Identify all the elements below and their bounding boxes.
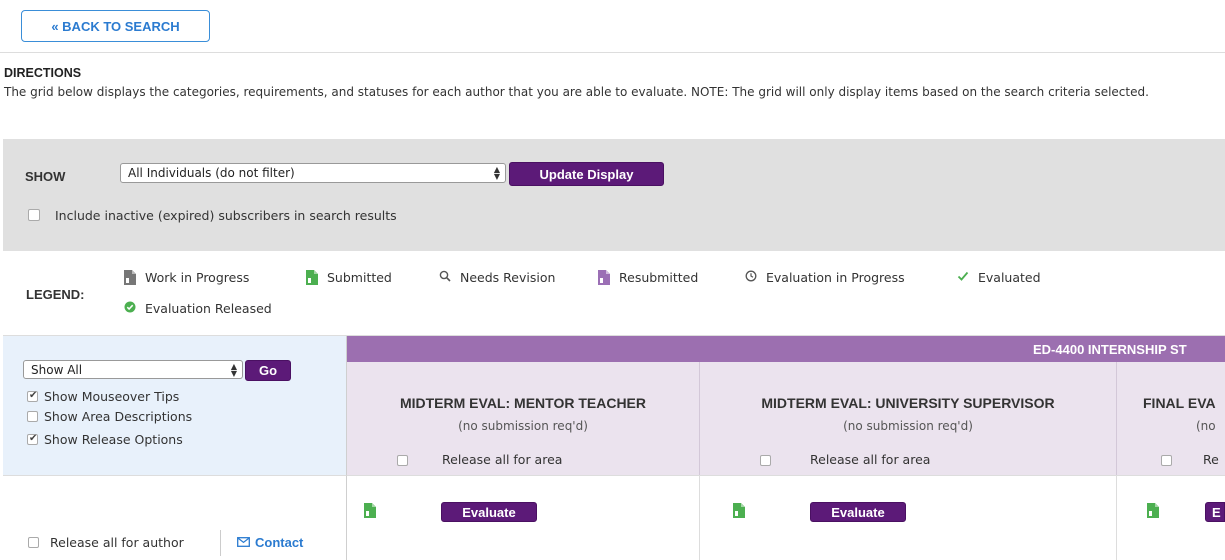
eval-cell-final-eval: E xyxy=(1117,475,1225,560)
eval-cell-midterm-mentor: Evaluate xyxy=(347,475,700,560)
show-area-descriptions-checkbox[interactable] xyxy=(27,411,38,422)
release-all-area-label: Re xyxy=(1203,452,1219,467)
column-title: MIDTERM EVAL: UNIVERSITY SUPERVISOR xyxy=(761,395,1055,411)
check-circle-icon xyxy=(124,301,136,316)
contact-label: Contact xyxy=(255,535,304,550)
column-subtitle: (no submission req'd) xyxy=(458,419,588,433)
include-inactive-label: Include inactive (expired) subscribers i… xyxy=(55,208,397,223)
checkmark-icon xyxy=(957,270,969,285)
grid-filter-select[interactable]: Show All ▲ ▼ xyxy=(23,360,243,379)
legend-label-evaluation-released: Evaluation Released xyxy=(145,301,272,316)
author-name xyxy=(13,493,149,519)
column-subtitle: (no xyxy=(1196,419,1216,433)
option-show-mouseover-tips[interactable]: Show Mouseover Tips xyxy=(27,389,179,404)
evaluate-button[interactable]: Evaluate xyxy=(441,502,537,522)
update-display-button[interactable]: Update Display xyxy=(509,162,664,186)
show-individuals-select[interactable]: All Individuals (do not filter) ▲ ▼ xyxy=(120,163,506,183)
envelope-icon xyxy=(237,535,250,550)
legend-item-evaluated: Evaluated xyxy=(957,270,1041,285)
legend-item-evaluation-released: Evaluation Released xyxy=(124,301,272,316)
show-mouseover-tips-checkbox[interactable] xyxy=(27,390,38,402)
release-all-author-label: Release all for author xyxy=(50,535,184,550)
release-all-area-checkbox[interactable] xyxy=(1161,455,1172,466)
grid-filter-value: Show All xyxy=(31,362,83,377)
submitted-icon xyxy=(1147,503,1159,518)
go-button[interactable]: Go xyxy=(245,360,291,381)
legend-item-resubmitted: Resubmitted xyxy=(598,270,698,285)
divider xyxy=(220,530,221,556)
show-area-descriptions-label: Show Area Descriptions xyxy=(44,409,193,424)
back-to-search-button[interactable]: « BACK TO SEARCH xyxy=(21,10,210,42)
evaluate-button[interactable]: E xyxy=(1205,502,1225,522)
course-group-header: ED-4400 INTERNSHIP ST xyxy=(347,336,1225,362)
legend-label-submitted: Submitted xyxy=(327,270,392,285)
submitted-icon xyxy=(306,270,318,285)
contact-link[interactable]: Contact xyxy=(237,535,303,550)
column-title: FINAL EVA xyxy=(1143,395,1216,411)
course-group-title: ED-4400 INTERNSHIP ST xyxy=(1033,342,1187,357)
show-individuals-value: All Individuals (do not filter) xyxy=(128,166,295,180)
release-all-area-checkbox[interactable] xyxy=(397,455,408,466)
release-all-area-label: Release all for area xyxy=(810,452,931,467)
directions-heading: DIRECTIONS xyxy=(4,66,82,80)
clock-icon xyxy=(745,270,757,285)
directions-text: The grid below displays the categories, … xyxy=(4,85,1149,99)
legend: LEGEND: Work in Progress Submitted Needs… xyxy=(3,251,1225,336)
submitted-icon xyxy=(733,503,745,518)
resubmitted-icon xyxy=(598,270,610,285)
evaluate-button[interactable]: Evaluate xyxy=(810,502,906,522)
show-filter-panel: SHOW All Individuals (do not filter) ▲ ▼ … xyxy=(3,139,1225,251)
show-release-options-checkbox[interactable] xyxy=(27,433,38,445)
column-title: MIDTERM EVAL: MENTOR TEACHER xyxy=(399,395,647,411)
author-cell: Release all for author Contact xyxy=(3,475,347,560)
legend-label-evaluation-in-progress: Evaluation in Progress xyxy=(766,270,905,285)
magnifier-icon xyxy=(439,270,451,285)
column-header-midterm-supervisor: MIDTERM EVAL: UNIVERSITY SUPERVISOR (no … xyxy=(700,362,1117,475)
legend-item-work-in-progress: Work in Progress xyxy=(124,270,249,285)
column-subtitle: (no submission req'd) xyxy=(843,419,973,433)
column-header-final-eval: FINAL EVA (no Re xyxy=(1117,362,1225,475)
legend-label-needs-revision: Needs Revision xyxy=(460,270,556,285)
legend-item-needs-revision: Needs Revision xyxy=(439,270,555,285)
eval-cell-midterm-supervisor: Evaluate xyxy=(700,475,1117,560)
select-arrows-icon: ▲ ▼ xyxy=(230,361,237,378)
submitted-icon xyxy=(364,503,376,518)
include-inactive-checkbox[interactable] xyxy=(28,209,40,221)
legend-label: LEGEND: xyxy=(26,287,85,302)
legend-label-work-in-progress: Work in Progress xyxy=(145,270,250,285)
show-release-options-label: Show Release Options xyxy=(44,432,183,447)
legend-item-submitted: Submitted xyxy=(306,270,392,285)
release-all-author-checkbox[interactable] xyxy=(28,537,39,548)
show-mouseover-tips-label: Show Mouseover Tips xyxy=(44,389,180,404)
work-in-progress-icon xyxy=(124,270,136,285)
option-show-area-descriptions[interactable]: Show Area Descriptions xyxy=(27,409,192,424)
release-all-area-checkbox[interactable] xyxy=(760,455,771,466)
release-all-area-label: Release all for area xyxy=(442,452,563,467)
select-arrows-icon: ▲ ▼ xyxy=(493,165,500,181)
option-show-release-options[interactable]: Show Release Options xyxy=(27,432,183,447)
evaluation-grid: Show All ▲▼ Go Show Mouseover Tips Show … xyxy=(3,336,1225,560)
legend-label-evaluated: Evaluated xyxy=(978,270,1041,285)
grid-options-panel: Show All ▲▼ Go Show Mouseover Tips Show … xyxy=(3,336,347,475)
top-bar: « BACK TO SEARCH xyxy=(0,0,1225,53)
legend-item-evaluation-in-progress: Evaluation in Progress xyxy=(745,270,905,285)
legend-label-resubmitted: Resubmitted xyxy=(619,270,699,285)
column-header-midterm-mentor: MIDTERM EVAL: MENTOR TEACHER (no submiss… xyxy=(347,362,700,475)
show-label: SHOW xyxy=(25,169,66,184)
